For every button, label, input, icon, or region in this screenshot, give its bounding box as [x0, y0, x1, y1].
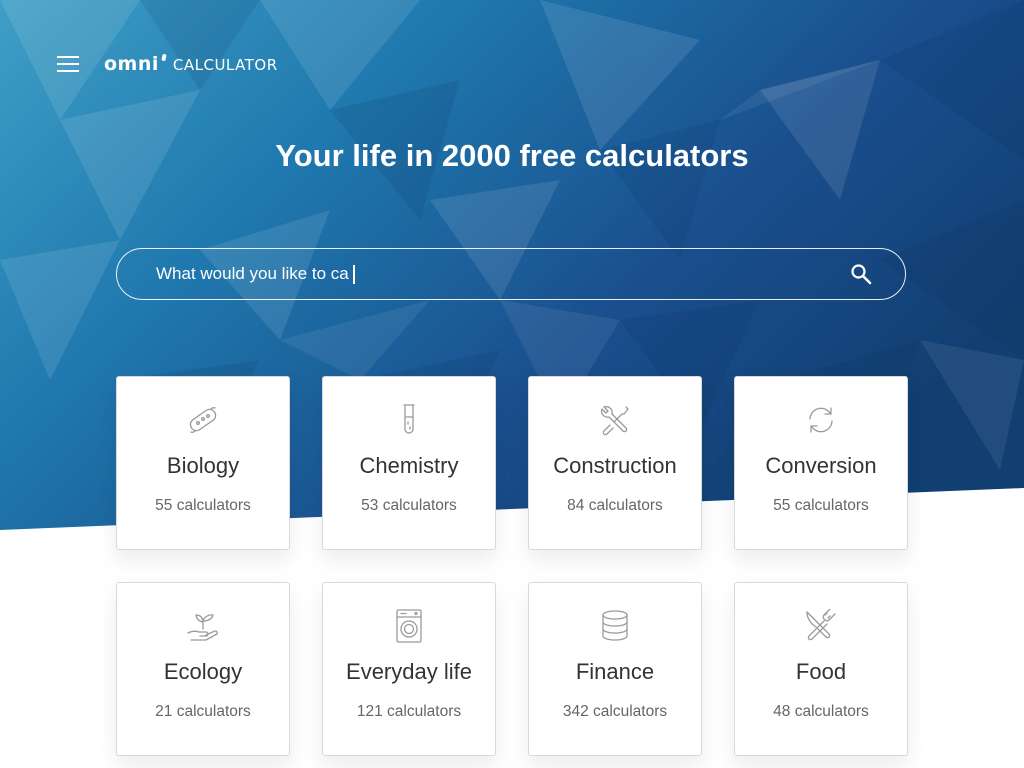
coin-stack-icon	[602, 610, 628, 641]
category-card-ecology[interactable]: Ecology 21 calculators	[116, 582, 290, 756]
bacteria-icon	[189, 407, 217, 433]
category-count: 342 calculators	[562, 703, 668, 720]
category-title: Ecology	[163, 659, 243, 684]
search-input[interactable]: What would you like to ca	[156, 264, 850, 284]
category-title: Food	[795, 659, 847, 684]
omni-logo[interactable]: omni CALCULATOR	[104, 53, 278, 75]
tools-icon	[600, 405, 629, 436]
logo-wordmark: omni	[104, 53, 159, 75]
category-count: 48 calculators	[773, 703, 869, 720]
fork-knife-icon	[806, 609, 836, 641]
page: omni CALCULATOR Your life in 2000 free c…	[0, 0, 1024, 768]
category-title: Everyday life	[346, 659, 472, 684]
top-bar: omni CALCULATOR	[56, 52, 278, 76]
hero-headline: Your life in 2000 free calculators	[275, 138, 749, 173]
hamburger-menu-icon[interactable]	[56, 52, 80, 76]
category-count: 53 calculators	[361, 497, 457, 514]
search-bar[interactable]: What would you like to ca	[116, 248, 906, 300]
category-grid: Biology 55 calculators Chemistry 53 calc…	[116, 376, 908, 756]
test-tube-icon	[403, 404, 415, 434]
refresh-arrows-icon	[809, 407, 833, 433]
category-count: 84 calculators	[567, 497, 663, 514]
text-caret	[352, 264, 355, 284]
category-title: Construction	[553, 453, 677, 478]
search-input-value: What would you like to ca	[156, 264, 349, 283]
plant-in-hand-icon	[187, 614, 218, 641]
category-card-finance[interactable]: Finance 342 calculators	[528, 582, 702, 756]
category-card-conversion[interactable]: Conversion 55 calculators	[734, 376, 908, 550]
category-title: Conversion	[765, 453, 877, 478]
category-count: 55 calculators	[155, 497, 251, 514]
washing-machine-icon	[396, 609, 422, 643]
category-card-everyday-life[interactable]: Everyday life 121 calculators	[322, 582, 496, 756]
category-card-construction[interactable]: Construction 84 calculators	[528, 376, 702, 550]
category-title: Biology	[166, 453, 240, 478]
logo-suffix: CALCULATOR	[172, 56, 278, 74]
category-title: Finance	[575, 659, 655, 684]
category-count: 21 calculators	[155, 703, 251, 720]
category-card-biology[interactable]: Biology 55 calculators	[116, 376, 290, 550]
category-card-food[interactable]: Food 48 calculators	[734, 582, 908, 756]
category-count: 121 calculators	[356, 703, 462, 720]
category-count: 55 calculators	[773, 497, 869, 514]
category-card-chemistry[interactable]: Chemistry 53 calculators	[322, 376, 496, 550]
search-icon[interactable]	[850, 263, 872, 285]
category-title: Chemistry	[359, 453, 459, 478]
logo-accent-mark	[161, 53, 167, 62]
